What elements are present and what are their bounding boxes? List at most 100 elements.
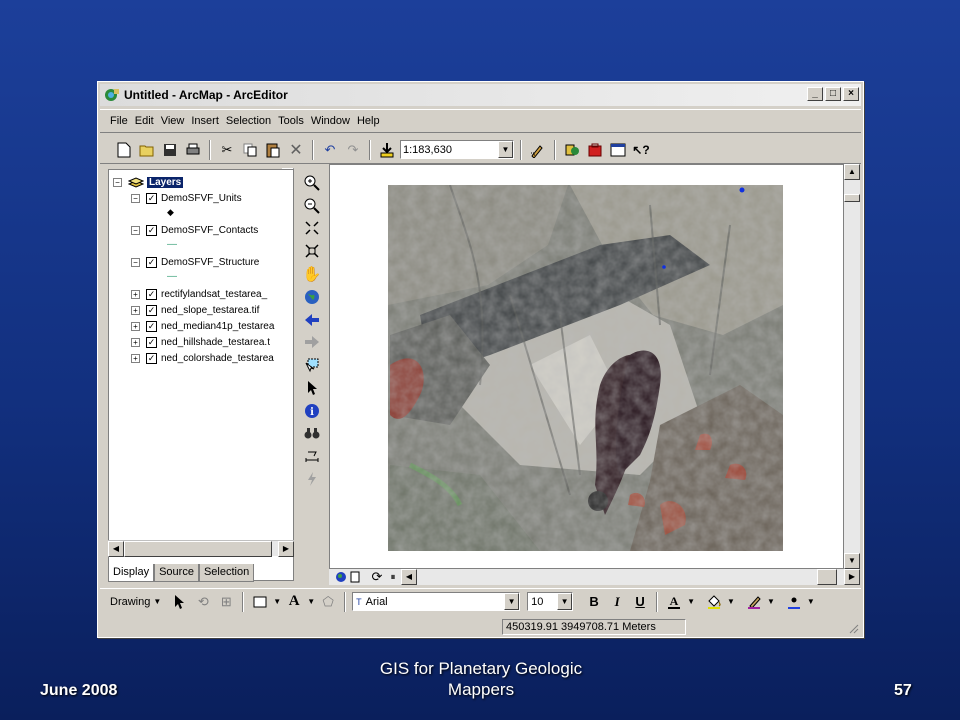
map-scale-input[interactable]: 1:183,630 ▼ [400,140,514,159]
select-elements-icon[interactable] [170,592,190,612]
toc-row-layer-4[interactable]: + ✓ ned_slope_testarea.tif [131,303,293,317]
marker-color-icon[interactable] [784,592,804,612]
minimize-button[interactable]: _ [807,87,823,101]
scroll-left-icon[interactable]: ◀ [401,569,417,585]
toc-row-layer-3[interactable]: + ✓ rectifylandsat_testarea_ [131,287,293,301]
undo-icon[interactable]: ↶ [320,140,340,160]
layer-visibility-checkbox[interactable]: ✓ [146,256,157,268]
command-line-icon[interactable] [608,140,628,160]
toc-row-layer-5[interactable]: + ✓ ned_median41p_testarea [131,319,293,333]
hyperlink-lightning-icon[interactable] [302,469,322,489]
font-dropdown-icon[interactable]: ▼ [504,593,520,610]
find-binoculars-icon[interactable] [302,424,322,444]
collapse-icon[interactable]: − [131,225,140,235]
forward-extent-icon[interactable] [302,332,322,352]
expand-icon[interactable]: + [131,305,140,315]
fixed-zoom-in-icon[interactable] [302,219,322,239]
editor-toolbar-icon[interactable] [528,140,548,160]
scroll-down-icon[interactable]: ▼ [844,553,860,569]
tab-selection[interactable]: Selection [198,564,255,582]
select-features-icon[interactable] [302,355,322,375]
edit-vertices-icon[interactable]: ⬠ [318,592,338,612]
layer-visibility-checkbox[interactable]: ✓ [146,304,157,316]
toc-row-layer-2[interactable]: − ✓ DemoSFVF_Structure [131,255,259,269]
underline-button[interactable]: U [630,592,650,612]
menu-window[interactable]: Window [311,115,350,127]
text-tool-icon[interactable]: A [284,592,304,612]
rotate-icon[interactable]: ⟲ [193,592,213,612]
line-color-dropdown-icon[interactable]: ▼ [767,597,775,606]
scroll-thumb[interactable] [844,194,860,202]
fill-color-dropdown-icon[interactable]: ▼ [727,597,735,606]
back-extent-icon[interactable] [302,310,322,330]
map-vertical-scrollbar[interactable]: ▲ ▼ [844,164,860,569]
shape-dropdown-icon[interactable]: ▼ [273,597,281,606]
open-folder-icon[interactable] [137,140,157,160]
whats-this-help-icon[interactable]: ↖? [631,140,651,160]
pan-hand-icon[interactable]: ✋ [302,264,322,284]
scroll-left-icon[interactable]: ◀ [108,541,124,557]
font-size-input[interactable]: 10 ▼ [527,592,574,611]
expand-icon[interactable]: + [131,353,140,363]
layer-visibility-checkbox[interactable]: ✓ [146,192,157,204]
select-elements-icon[interactable] [302,378,322,398]
expand-icon[interactable]: + [131,321,140,331]
delete-icon[interactable]: ✕ [286,140,306,160]
expand-icon[interactable]: + [131,289,140,299]
layer-visibility-checkbox[interactable]: ✓ [146,288,157,300]
tab-display[interactable]: Display [108,564,155,582]
font-color-dropdown-icon[interactable]: ▼ [687,597,695,606]
cut-icon[interactable]: ✂ [217,140,237,160]
print-icon[interactable] [183,140,203,160]
close-button[interactable]: × [843,87,859,101]
scroll-track[interactable] [417,569,817,585]
menu-edit[interactable]: Edit [135,115,154,127]
resize-grip-icon[interactable] [847,622,859,634]
identify-icon[interactable]: i [302,401,322,421]
full-extent-globe-icon[interactable] [302,287,322,307]
collapse-icon[interactable]: − [131,257,140,267]
scroll-right-icon[interactable]: ▶ [844,569,860,585]
redo-icon[interactable]: ↷ [343,140,363,160]
toc-horizontal-scrollbar[interactable]: ◀ ▶ [108,540,294,557]
menu-selection[interactable]: Selection [226,115,271,127]
tab-source[interactable]: Source [154,564,199,582]
fixed-zoom-out-icon[interactable] [302,241,322,261]
toc-row-layer-1[interactable]: − ✓ DemoSFVF_Contacts [131,223,258,237]
layer-visibility-checkbox[interactable]: ✓ [146,352,157,364]
menu-tools[interactable]: Tools [278,115,304,127]
marker-color-dropdown-icon[interactable]: ▼ [807,597,815,606]
drawing-dropdown-icon[interactable]: ▼ [153,597,161,606]
drawing-menu[interactable]: Drawing [110,596,150,608]
menu-help[interactable]: Help [357,115,380,127]
arccatalog-icon[interactable] [562,140,582,160]
save-icon[interactable] [160,140,180,160]
paste-icon[interactable] [263,140,283,160]
new-document-icon[interactable] [114,140,134,160]
font-color-icon[interactable]: A [664,592,684,612]
toc-row-layer-0[interactable]: − ✓ DemoSFVF_Units [131,191,242,205]
fill-color-icon[interactable] [704,592,724,612]
italic-button[interactable]: I [607,592,627,612]
toc-row-layers[interactable]: − Layers [113,175,184,189]
scroll-up-icon[interactable]: ▲ [844,164,860,180]
map-display[interactable] [329,164,844,569]
zoom-to-selected-icon[interactable]: ⊞ [216,592,236,612]
pause-drawing-icon[interactable]: ⏸ [383,567,403,587]
layout-view-icon[interactable] [345,567,365,587]
toc-row-layer-7[interactable]: + ✓ ned_colorshade_testarea [131,351,293,365]
bold-button[interactable]: B [584,592,604,612]
arctoolbox-icon[interactable] [585,140,605,160]
collapse-icon[interactable]: − [113,177,122,187]
zoom-out-icon[interactable] [302,196,322,216]
line-color-icon[interactable] [744,592,764,612]
copy-icon[interactable] [240,140,260,160]
collapse-icon[interactable]: − [131,193,140,203]
menu-file[interactable]: File [110,115,128,127]
maximize-button[interactable]: □ [825,87,841,101]
toc-row-layer-6[interactable]: + ✓ ned_hillshade_testarea.t [131,335,293,349]
font-size-dropdown-icon[interactable]: ▼ [557,593,573,610]
layer-visibility-checkbox[interactable]: ✓ [146,336,157,348]
menu-view[interactable]: View [161,115,185,127]
measure-icon[interactable] [302,446,322,466]
